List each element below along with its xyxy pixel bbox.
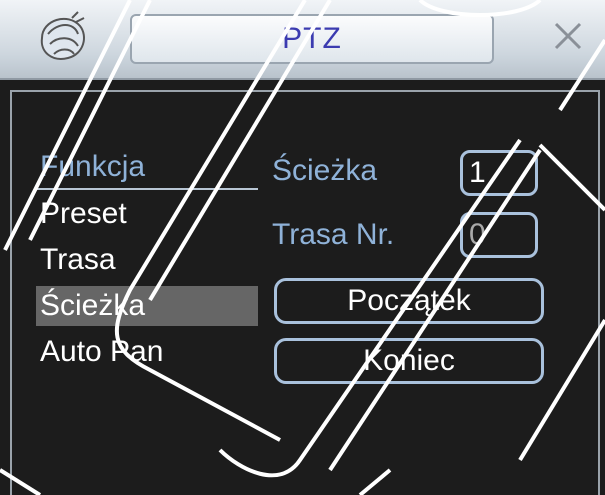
trasa-number-label: Trasa Nr.: [272, 218, 395, 251]
frame-border-right: [598, 90, 600, 495]
menu-item-trasa[interactable]: Trasa: [40, 240, 116, 280]
sciezka-label: Ścieżka: [272, 154, 378, 187]
menu-item-auto-pan[interactable]: Auto Pan: [40, 332, 163, 372]
frame-border-top: [10, 90, 600, 92]
shell-logo-icon: [40, 11, 85, 60]
close-icon[interactable]: [548, 16, 588, 56]
window-title: PTZ: [282, 22, 342, 55]
trasa-number-field[interactable]: 0: [460, 212, 538, 258]
ptz-window: PTZ Funkcja Preset Trasa Ścieżka Auto Pa…: [0, 0, 605, 495]
frame-border-left: [10, 90, 12, 495]
menu-header: Funkcja: [40, 150, 146, 183]
start-button[interactable]: Początek: [274, 278, 544, 324]
menu-item-preset[interactable]: Preset: [40, 194, 127, 234]
menu-item-sciezka[interactable]: Ścieżka: [36, 286, 258, 326]
menu-header-underline: [36, 188, 258, 190]
sciezka-number-field[interactable]: 1: [460, 150, 538, 196]
end-button[interactable]: Koniec: [274, 338, 544, 384]
